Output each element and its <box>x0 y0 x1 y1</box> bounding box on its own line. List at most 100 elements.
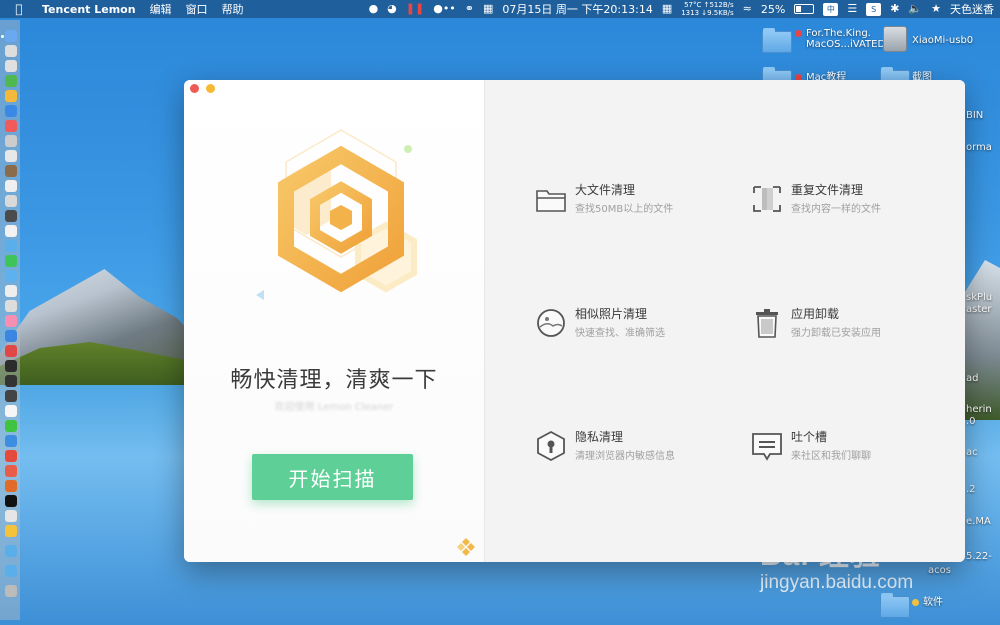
feature-privacy-clean[interactable]: 隐私清理 清理浏览器内敏感信息 <box>535 428 745 468</box>
app-icon-blue2[interactable] <box>5 435 17 447</box>
app-icon-brown[interactable] <box>5 165 17 177</box>
app-icon-black[interactable] <box>5 375 17 387</box>
desktop-item-partial[interactable]: ad <box>966 373 978 384</box>
launchpad-icon[interactable] <box>5 45 17 57</box>
system-monitor[interactable]: 57°C ↑512B/s 1313 ↓9.5KB/s <box>681 1 733 17</box>
globe-icon[interactable]: ⚭ <box>465 0 474 18</box>
lemon-icon[interactable] <box>5 525 17 537</box>
documents-folder-icon[interactable] <box>5 565 17 577</box>
music-icon[interactable] <box>5 315 17 327</box>
hexagon-logo-icon <box>256 129 417 300</box>
photos-icon[interactable] <box>5 225 17 237</box>
facetime-icon[interactable] <box>5 270 17 282</box>
star-icon[interactable]: ★ <box>931 0 941 18</box>
desktop-item-xiaomi-usb[interactable]: XiaoMi-usb0 <box>912 35 973 46</box>
desktop-item-partial[interactable]: ac <box>966 447 978 458</box>
chrome-icon[interactable] <box>5 90 17 102</box>
clock[interactable]: 07月15日 周一 下午20:13:14 <box>502 1 652 17</box>
feature-title: 隐私清理 <box>575 430 624 444</box>
start-scan-button[interactable]: 开始扫描 <box>252 454 413 500</box>
feature-app-uninstall[interactable]: 应用卸载 强力卸载已安装应用 <box>751 305 961 345</box>
reminders-icon[interactable] <box>5 180 17 192</box>
subtitle: 欢迎使用 Lemon Cleaner <box>274 402 394 413</box>
app-icon-red[interactable] <box>5 120 17 132</box>
feature-feedback[interactable]: 吐个槽 来社区和我们聊聊 <box>751 428 961 468</box>
minimize-button[interactable] <box>206 84 215 93</box>
battery-icon[interactable] <box>794 4 815 14</box>
app-menu[interactable]: Tencent Lemon <box>42 3 136 16</box>
usb-drive-icon[interactable] <box>883 26 907 52</box>
menu-edit[interactable]: 编辑 <box>150 1 172 17</box>
input-method[interactable]: 中 <box>823 2 839 16</box>
app-icon-red2[interactable] <box>5 345 17 357</box>
desktop-item-partial[interactable]: aster <box>966 304 992 315</box>
app-icon-green[interactable] <box>5 75 17 87</box>
feature-title: 吐个槽 <box>791 430 828 444</box>
app-icon-blue[interactable] <box>5 105 17 117</box>
desktop-item-partial[interactable]: e.MA <box>966 516 991 527</box>
desktop-item-partial[interactable]: orma <box>966 142 992 153</box>
notes-icon[interactable] <box>5 150 17 162</box>
feedback-icon <box>752 433 782 461</box>
desktop-item-partial[interactable]: herin <box>966 404 992 415</box>
menu-help[interactable]: 帮助 <box>222 1 244 17</box>
feature-desc: 查找50MB以上的文件 <box>575 204 674 215</box>
app-icon-dark[interactable] <box>5 210 17 222</box>
desktop-item-partial[interactable]: 5.22- <box>966 551 992 562</box>
feature-desc: 查找内容一样的文件 <box>791 204 881 215</box>
close-button[interactable] <box>190 84 199 93</box>
desktop-item-partial[interactable]: skPlu <box>966 292 992 303</box>
weibo-icon[interactable] <box>5 450 17 462</box>
downloads-folder-icon[interactable] <box>5 545 17 557</box>
folder-icon[interactable] <box>762 28 792 53</box>
scrivener-icon[interactable]: S <box>866 2 882 16</box>
terminal-icon[interactable] <box>5 360 17 372</box>
app-icon-white[interactable] <box>5 285 17 297</box>
battery-percent[interactable]: 25% <box>761 3 785 16</box>
menu-list-icon[interactable]: ☰ <box>847 0 857 18</box>
desktop-item-partial[interactable]: BIN <box>966 110 983 121</box>
feature-desc: 清理浏览器内敏感信息 <box>575 451 675 462</box>
calendar-icon[interactable]: ▦ <box>483 0 493 18</box>
messages-icon[interactable] <box>5 255 17 267</box>
menu-window[interactable]: 窗口 <box>186 1 208 17</box>
app-icon-black2[interactable] <box>5 390 17 402</box>
system-prefs-icon[interactable] <box>5 300 17 312</box>
user-name[interactable]: 天色迷香 <box>950 1 994 17</box>
feature-large-files[interactable]: 大文件清理 查找50MB以上的文件 <box>535 181 745 221</box>
feature-duplicate-files[interactable]: 重复文件清理 查找内容一样的文件 <box>751 181 961 221</box>
baidu-url: jingyan.baidu.com <box>760 572 914 593</box>
apple-menu-icon[interactable]:  <box>12 2 26 16</box>
app-icon-orange[interactable] <box>5 480 17 492</box>
app-store-icon[interactable] <box>5 330 17 342</box>
desktop-item-partial[interactable]: .2 <box>966 484 976 495</box>
desktop-item-partial[interactable]: acos <box>928 565 951 576</box>
dots-icon[interactable]: ●•• <box>433 0 456 18</box>
yandex-icon[interactable] <box>5 405 17 417</box>
app-icon-lightblue[interactable] <box>5 240 17 252</box>
app-icon-black3[interactable] <box>5 495 17 507</box>
desktop-item-software[interactable]: 软件 <box>912 597 943 608</box>
wifi-icon[interactable]: ≈ <box>743 0 752 18</box>
volume-icon[interactable]: 🔈 <box>908 0 922 18</box>
safari-icon[interactable] <box>5 60 17 72</box>
feature-similar-photos[interactable]: 相似照片清理 快速查找、准确筛选 <box>535 305 745 345</box>
app-icon-white2[interactable] <box>5 510 17 522</box>
app-icon-grey[interactable] <box>5 195 17 207</box>
wechat-icon[interactable] <box>5 420 17 432</box>
finder-icon[interactable] <box>5 30 17 42</box>
qq-icon[interactable]: ● <box>369 0 379 18</box>
speedometer-icon[interactable]: ◕ <box>387 0 397 18</box>
folder-icon[interactable] <box>880 593 910 618</box>
bluetooth-icon[interactable]: ✱ <box>890 0 899 18</box>
desktop-item-label: MacOS...iVATED <box>806 39 886 50</box>
calendar-app-icon[interactable] <box>5 135 17 147</box>
net-stats-bottom: 1313 ↓9.5KB/s <box>681 9 734 17</box>
privacy-shield-icon <box>537 430 565 462</box>
trash-dock-icon[interactable] <box>5 585 17 597</box>
app-icon-red3[interactable] <box>5 465 17 477</box>
desktop-item-partial[interactable]: .0 <box>966 416 976 427</box>
record-icon[interactable]: ❚❚ <box>406 0 424 18</box>
desktop-item-for-the-king[interactable]: For.The.King. MacOS...iVATED <box>795 28 885 50</box>
grid-icon[interactable]: ▦ <box>662 0 672 18</box>
